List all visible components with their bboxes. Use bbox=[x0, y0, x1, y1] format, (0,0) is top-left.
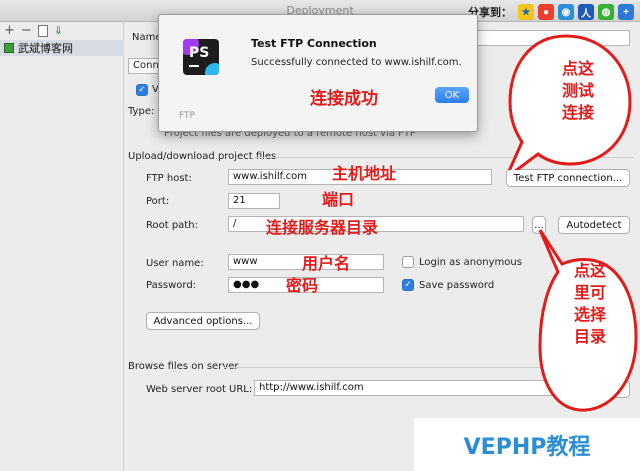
renren-icon[interactable]: 人 bbox=[578, 4, 594, 20]
plus-icon[interactable]: + bbox=[618, 4, 634, 20]
annotation-user: 用户名 bbox=[302, 254, 351, 273]
annotation-success: 连接成功 bbox=[310, 89, 378, 109]
anonymous-checkbox[interactable] bbox=[402, 256, 414, 268]
server-icon bbox=[4, 43, 14, 53]
share-bar: 分享到： ★ ● ◉ 人 ◍ + bbox=[468, 3, 634, 21]
add-server-button[interactable]: + bbox=[4, 24, 15, 38]
server-list-panel: + − ⇓ 武斌博客网 bbox=[0, 22, 124, 471]
callout-line: 点这 bbox=[561, 59, 594, 78]
callout-line: 测试 bbox=[561, 81, 594, 100]
type-ftp-dim: FTP bbox=[179, 111, 195, 121]
test-ftp-dialog: PS Test FTP Connection Successfully conn… bbox=[158, 14, 478, 132]
port-label: Port: bbox=[146, 196, 170, 207]
dialog-title: Test FTP Connection bbox=[251, 37, 377, 50]
annotation-host: 主机地址 bbox=[332, 164, 397, 183]
advanced-options-button[interactable]: Advanced options... bbox=[146, 312, 260, 330]
app-badge-underline bbox=[189, 65, 199, 67]
save-password-label: Save password bbox=[419, 280, 495, 291]
callout-line: 目录 bbox=[573, 327, 606, 346]
server-toolbar: + − ⇓ bbox=[0, 22, 123, 40]
type-label: Type: bbox=[128, 106, 155, 117]
callout-text-1: 点这 测试 连接 bbox=[548, 58, 608, 124]
section-browse-title: Browse files on server bbox=[128, 361, 239, 372]
callout-line: 选择 bbox=[573, 305, 606, 324]
ok-button[interactable]: OK bbox=[435, 87, 469, 103]
web-root-label: Web server root URL: bbox=[146, 384, 253, 395]
weibo-icon[interactable]: ● bbox=[538, 4, 554, 20]
root-path-label: Root path: bbox=[146, 220, 198, 231]
username-label: User name: bbox=[146, 258, 204, 269]
anonymous-label: Login as anonymous bbox=[419, 257, 522, 268]
port-field[interactable]: 21 bbox=[228, 193, 280, 209]
test-ftp-connection-button[interactable]: Test FTP connection... bbox=[506, 169, 630, 187]
save-password-checkbox[interactable]: ✓ bbox=[402, 279, 414, 291]
visible-checkbox[interactable]: ✓ bbox=[136, 84, 148, 96]
annotation-port: 端口 bbox=[322, 190, 355, 209]
server-item[interactable]: 武斌博客网 bbox=[0, 40, 124, 56]
dialog-message: Successfully connected to www.ishilf.com… bbox=[251, 57, 462, 68]
download-icon[interactable]: ⇓ bbox=[54, 24, 63, 38]
wechat-icon[interactable]: ◍ bbox=[598, 4, 614, 20]
annotation-pass: 密码 bbox=[286, 276, 319, 295]
copy-server-icon[interactable] bbox=[37, 25, 48, 37]
qq-icon[interactable]: ◉ bbox=[558, 4, 574, 20]
password-label: Password: bbox=[146, 280, 197, 291]
callout-line: 里可 bbox=[573, 283, 606, 302]
ftp-host-label: FTP host: bbox=[146, 173, 192, 184]
qzone-icon[interactable]: ★ bbox=[518, 4, 534, 20]
server-item-label: 武斌博客网 bbox=[18, 42, 73, 55]
callout-line: 点这 bbox=[573, 261, 606, 280]
watermark: VEPHP教程 bbox=[414, 418, 640, 471]
callout-text-2: 点这 里可 选择 目录 bbox=[558, 260, 622, 348]
callout-line: 连接 bbox=[561, 103, 594, 122]
annotation-root: 连接服务器目录 bbox=[266, 218, 379, 237]
app-badge: PS bbox=[189, 45, 210, 61]
remove-server-button[interactable]: − bbox=[21, 24, 32, 38]
